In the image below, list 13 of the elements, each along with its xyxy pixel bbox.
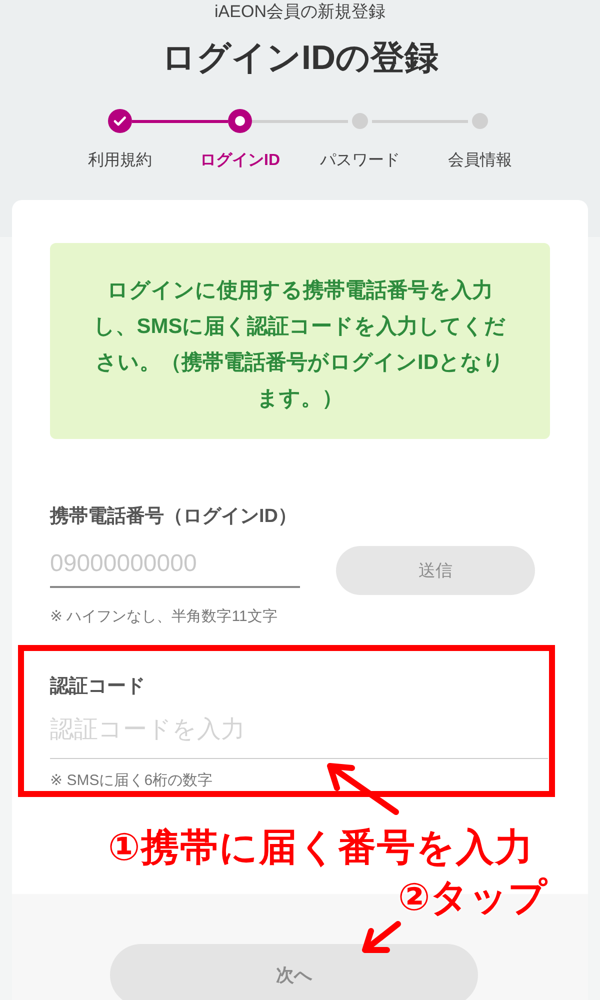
field-label: 認証コード (50, 674, 145, 699)
notice-message: ログインに使用する携帯電話番号を入力し、SMSに届く認証コードを入力してください。（携帯電話番号がログインIDとなります。） (50, 243, 550, 439)
page-title: ログインIDの登録 (162, 38, 438, 79)
step-label: 利用規約 (88, 150, 152, 171)
annotation-text: ①携帯に届く番号を入力 (108, 826, 534, 870)
annotation-text: ②タップ (398, 876, 548, 920)
page-subtitle: iAEON会員の新規登録 (214, 1, 386, 23)
field-label: 携帯電話番号（ログインID） (50, 504, 297, 529)
step-label: 会員情報 (448, 150, 512, 171)
step-label: パスワード (320, 151, 400, 171)
field-hint: ※ SMSに届く6桁の数字 (50, 771, 213, 791)
step-label: ログインID (200, 151, 280, 171)
field-hint: ※ ハイフンなし、半角数字11文字 (50, 607, 278, 627)
